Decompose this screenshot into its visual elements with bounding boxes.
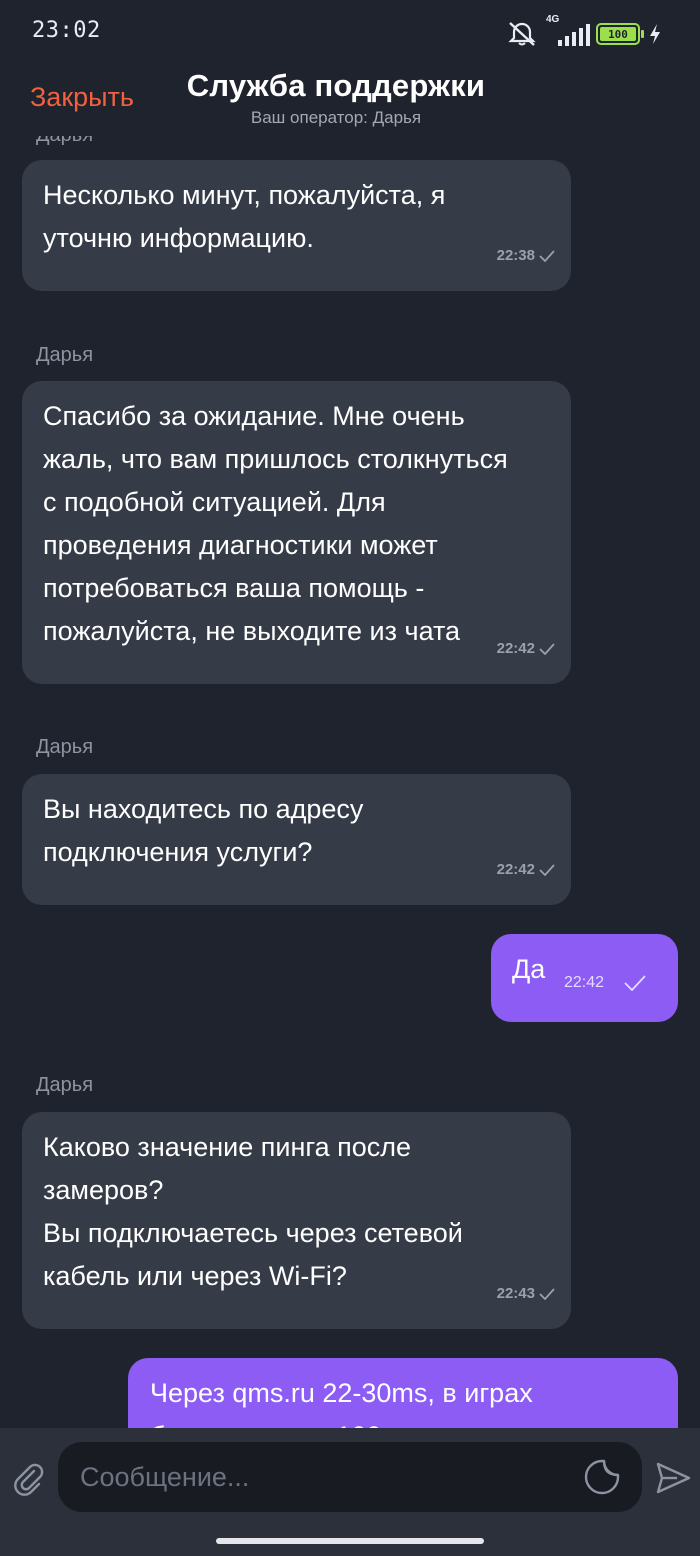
message-meta: 22:42 [564,961,646,1004]
sender-name: Дарья [36,344,94,366]
message-bubble-outgoing: Да 22:42 [491,934,678,1022]
message-time: 22:43 [496,1285,535,1302]
message-bubble-incoming: Вы находитесь по адресу подключения услу… [22,774,571,905]
message-time: 22:42 [496,861,535,878]
message-bubble-outgoing: Через qms.ru 22-30ms, в играх бывает ска… [128,1358,678,1428]
message-meta: 22:42 [497,848,555,891]
check-icon [539,642,555,655]
status-icons: 4G 100 [506,14,662,48]
battery-icon: 100 [596,23,644,45]
check-icon [539,1287,555,1300]
sender-name: Дарья [36,736,94,758]
message-meta: 22:38 [497,234,555,277]
signal-icon: 4G [546,14,590,48]
message-text: Каково значение пинга после замеров? Вы … [43,1132,463,1291]
sender-name: Дарья [36,1074,94,1096]
message-bubble-incoming: Спасибо за ожидание. Мне очень жаль, что… [22,381,571,684]
message-time: 22:38 [496,247,535,264]
message-time: 22:42 [496,640,535,657]
check-icon [624,974,646,991]
home-indicator[interactable] [216,1538,484,1544]
message-bubble-incoming: Каково значение пинга после замеров? Вы … [22,1112,571,1329]
charging-icon [650,24,660,44]
message-text: Через qms.ru 22-30ms, в играх бывает ска… [150,1378,533,1428]
status-time: 23:02 [32,18,101,43]
message-text: Несколько минут, пожалуйста, я уточню ин… [43,180,446,253]
chat-header: Закрыть Служба поддержки Ваш оператор: Д… [0,64,700,136]
check-icon [539,249,555,262]
check-icon [539,863,555,876]
message-input[interactable] [80,1442,560,1512]
message-text: Вы находитесь по адресу подключения услу… [43,794,364,867]
chat-title: Служба поддержки [186,68,486,103]
message-meta: 22:43 [497,1272,555,1315]
message-list[interactable]: Дарья Несколько минут, пожалуйста, я уто… [0,100,700,1428]
sticker-icon[interactable] [584,1459,620,1495]
message-bubble-incoming: Несколько минут, пожалуйста, я уточню ин… [22,160,571,291]
message-field[interactable] [58,1442,642,1512]
message-meta: 22:42 [497,627,555,670]
operator-subtitle: Ваш оператор: Дарья [250,108,422,127]
paperclip-icon[interactable] [12,1462,46,1496]
battery-level: 100 [600,27,636,41]
status-bar: 23:02 4G 100 [0,0,700,64]
chat-screen: 23:02 4G 100 Закрыть Служба поддержки Ва… [0,0,700,1556]
send-icon[interactable] [655,1460,691,1496]
message-text: Спасибо за ожидание. Мне очень жаль, что… [43,401,508,646]
message-time: 22:42 [563,974,604,991]
bell-muted-icon [508,22,536,46]
